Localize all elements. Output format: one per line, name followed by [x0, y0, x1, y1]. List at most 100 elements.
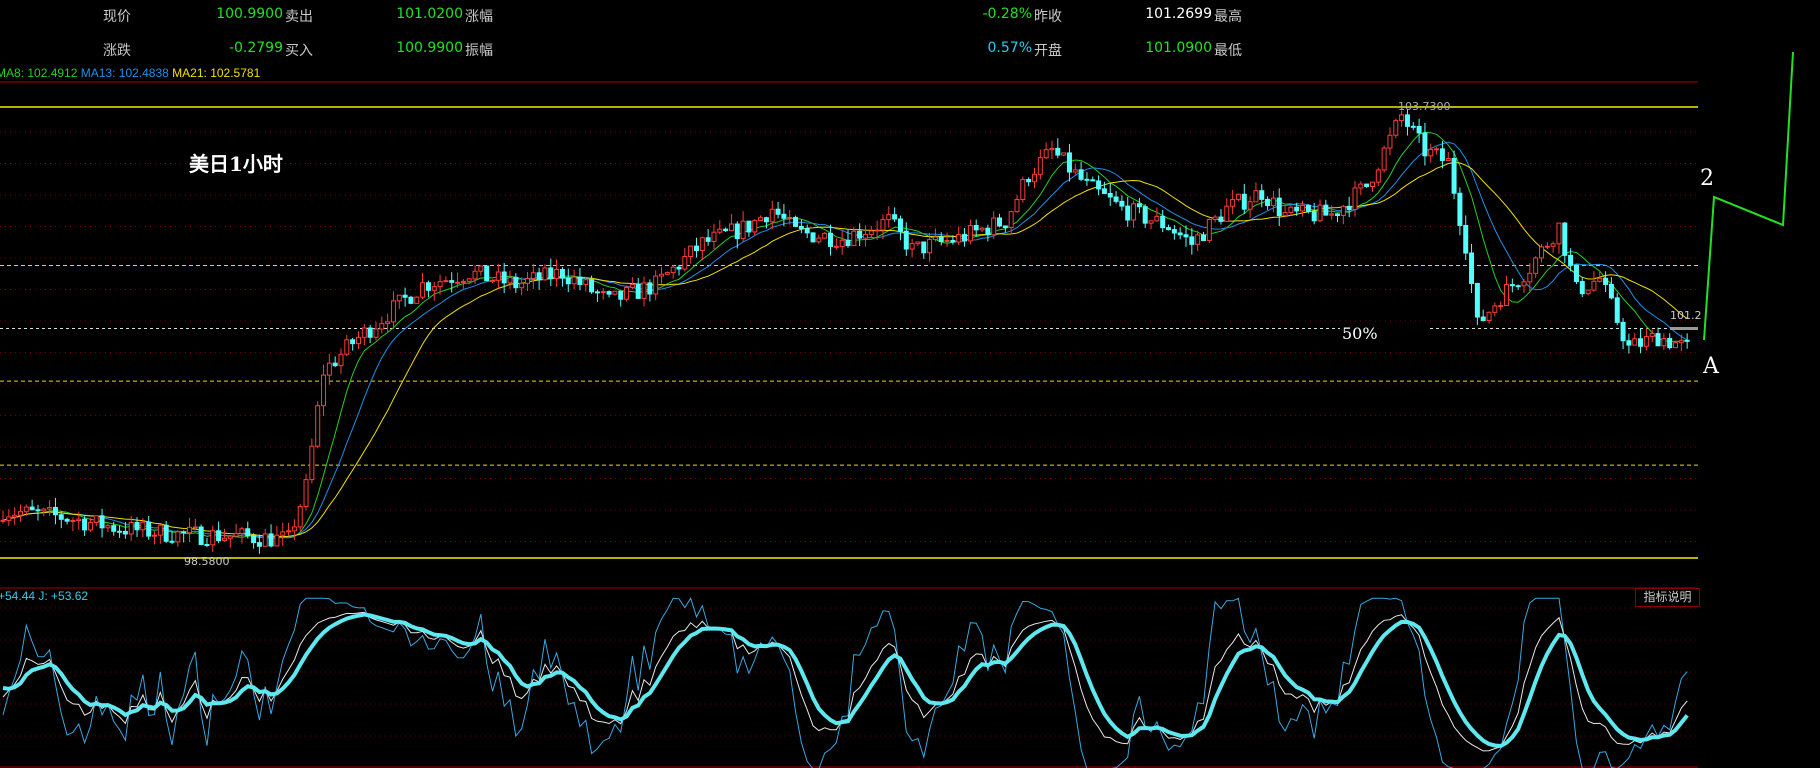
candle-body — [1591, 280, 1597, 291]
candle-body — [1649, 333, 1655, 337]
candle-body — [1154, 215, 1160, 222]
candle-body — [367, 327, 373, 338]
candle-body — [571, 276, 577, 285]
candle-body — [227, 535, 233, 539]
candle-body — [1585, 289, 1591, 295]
candle-body — [781, 213, 787, 219]
candle-body — [880, 219, 886, 231]
ma13-line — [2, 141, 1688, 540]
candle-body — [1381, 147, 1387, 171]
candle-body — [1218, 216, 1224, 222]
candle-body — [752, 220, 758, 233]
chart-title: 美日1小时 — [189, 152, 283, 176]
candle-body — [787, 216, 793, 219]
candle-body — [291, 526, 297, 532]
candle-body — [1632, 338, 1638, 346]
candle-body — [1603, 277, 1609, 285]
candle-body — [396, 294, 402, 302]
candle-body — [1177, 232, 1183, 236]
price-chart[interactable] — [0, 0, 1820, 768]
candle-body — [828, 232, 834, 247]
candle-body — [1597, 277, 1603, 282]
candle-body — [1562, 222, 1568, 256]
candle-body — [839, 239, 845, 247]
candle-body — [1148, 220, 1154, 224]
candle-body — [1323, 204, 1329, 216]
candle-body — [530, 272, 536, 280]
candle-body — [379, 323, 385, 330]
candle-body — [1329, 213, 1335, 216]
candle-body — [1166, 227, 1172, 231]
candle-body — [699, 237, 705, 252]
wave-label-2: 2 — [1700, 166, 1714, 191]
candle-body — [927, 238, 933, 254]
candle-body — [1282, 211, 1288, 217]
candle-body — [1335, 213, 1341, 216]
candle-body — [355, 336, 361, 345]
kdj-d-line — [2, 612, 1689, 749]
candle-body — [76, 518, 82, 521]
candle-body — [1241, 193, 1247, 210]
candle-body — [909, 243, 915, 250]
candle-body — [1416, 125, 1422, 134]
candle-body — [1352, 187, 1358, 211]
candle-body — [286, 530, 292, 533]
candle-body — [676, 266, 682, 270]
candle-body — [1142, 206, 1148, 224]
candle-body — [1037, 157, 1043, 175]
candle-body — [519, 282, 525, 289]
high-price-label: 103.7300 — [1398, 100, 1451, 113]
candle-body — [997, 217, 1003, 227]
candle-body — [29, 506, 35, 511]
candle-body — [472, 270, 478, 280]
candle-body — [1538, 246, 1544, 259]
candle-body — [938, 236, 944, 242]
candle-body — [956, 233, 962, 243]
candle-body — [221, 537, 227, 542]
candle-body — [1393, 120, 1399, 136]
candle-body — [711, 231, 717, 242]
candle-body — [1509, 284, 1515, 287]
candle-body — [758, 217, 764, 222]
candle-body — [233, 532, 239, 537]
candle-body — [1364, 183, 1370, 187]
wave-label-a: A — [1703, 354, 1719, 379]
candle-body — [618, 290, 624, 300]
candle-body — [128, 521, 134, 535]
candle-body — [717, 228, 723, 233]
candle-body — [1294, 206, 1300, 212]
candle-body — [1206, 219, 1212, 242]
candle-body — [1049, 147, 1055, 151]
candle-body — [1445, 157, 1451, 161]
candle-body — [991, 217, 997, 236]
candle-body — [816, 237, 822, 243]
candle-body — [734, 223, 740, 240]
candle-body — [12, 514, 18, 518]
candle-body — [921, 241, 927, 254]
candle-body — [810, 232, 816, 243]
candle-body — [985, 227, 991, 236]
candle-body — [1300, 204, 1306, 212]
candle-body — [903, 230, 909, 250]
candle-body — [256, 542, 262, 547]
candle-body — [1498, 305, 1504, 308]
candle-body — [548, 267, 554, 280]
candle-body — [1399, 114, 1405, 122]
indicator-help-button[interactable]: 指标说明 — [1635, 588, 1700, 607]
ma8-line — [2, 131, 1688, 539]
candle-body — [245, 528, 251, 537]
candle-body — [1533, 257, 1539, 274]
candle-body — [1579, 281, 1585, 295]
candle-body — [641, 282, 647, 299]
candle-body — [1253, 190, 1259, 203]
candle-body — [181, 531, 187, 534]
candle-body — [629, 283, 635, 289]
candle-body — [1387, 134, 1393, 149]
candle-body — [478, 265, 484, 272]
candle-body — [950, 239, 956, 243]
candle-body — [804, 228, 810, 234]
candle-body — [1678, 339, 1684, 344]
candle-body — [647, 282, 653, 295]
candle-body — [728, 223, 734, 232]
candle-body — [670, 266, 676, 274]
